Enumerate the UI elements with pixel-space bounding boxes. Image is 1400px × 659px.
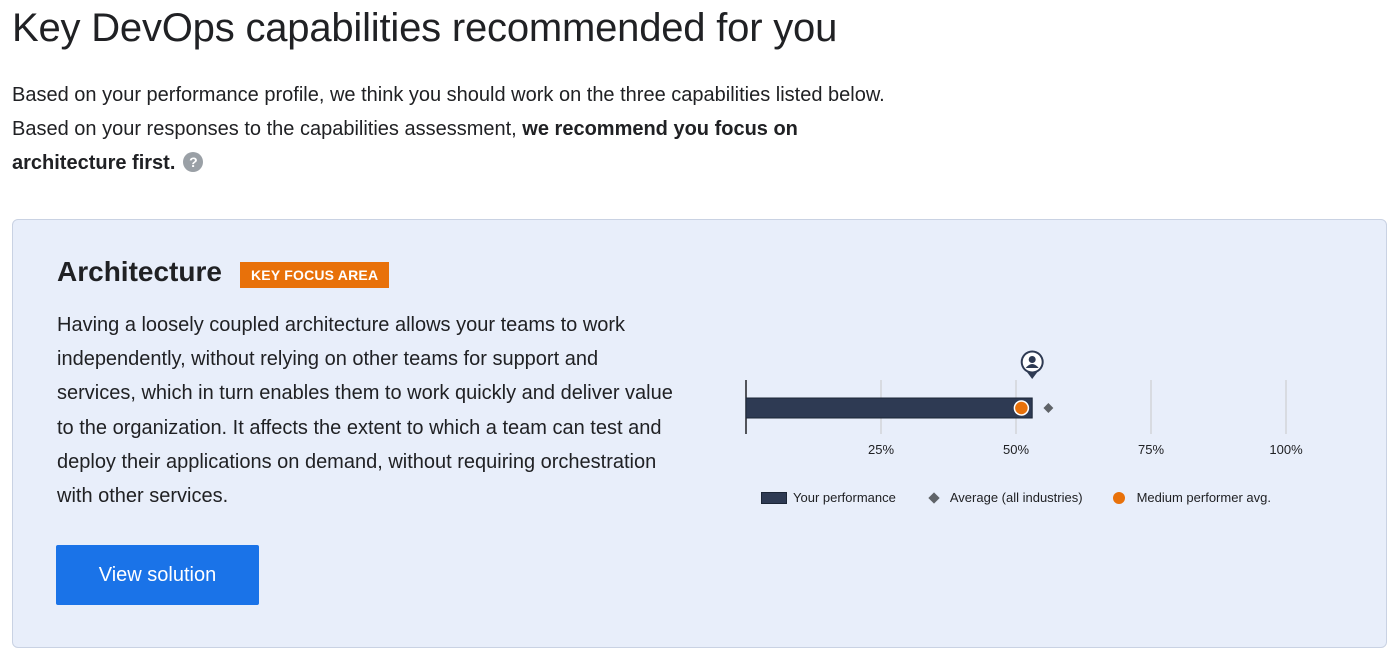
intro-text: Based on your performance profile, we th…: [12, 78, 952, 180]
x-tick-label: 50%: [1003, 442, 1029, 457]
x-tick-label: 25%: [868, 442, 894, 457]
intro-line-2-prefix: Based on your responses to the capabilit…: [12, 118, 523, 140]
your-performance-bar: [745, 397, 1033, 419]
help-icon[interactable]: ?: [183, 152, 204, 172]
legend-bar-swatch: [761, 491, 787, 504]
capability-card: Architecture KEY FOCUS AREA Having a loo…: [12, 219, 1387, 648]
person-pin-icon: [1020, 350, 1044, 379]
chart-legend: Your performance Average (all industries…: [761, 490, 1301, 505]
intro-line-1: Based on your performance profile, we th…: [12, 84, 885, 106]
legend-your-performance: Your performance: [761, 490, 896, 505]
legend-average: Average (all industries): [926, 490, 1083, 505]
page-title: Key DevOps capabilities recommended for …: [12, 6, 838, 50]
x-tick-label: 100%: [1269, 442, 1303, 457]
capability-title: Architecture: [57, 256, 222, 287]
legend-medium-label: Medium performer avg.: [1136, 490, 1271, 505]
capability-description: Having a loosely coupled architecture al…: [57, 314, 673, 508]
medium-performer-marker: [1013, 400, 1030, 416]
legend-dot-swatch: [1112, 491, 1125, 504]
legend-your-performance-label: Your performance: [793, 490, 896, 505]
performance-chart: 25% 50% 75% 100%: [745, 350, 1303, 457]
average-marker: [1043, 403, 1054, 413]
key-focus-badge: KEY FOCUS AREA: [240, 262, 390, 288]
view-solution-button[interactable]: View solution: [56, 545, 259, 605]
legend-diamond-swatch: [928, 491, 940, 504]
x-tick-label: 75%: [1138, 442, 1164, 457]
legend-medium: Medium performer avg.: [1112, 490, 1271, 505]
intro-line-2: Based on your responses to the capabilit…: [12, 112, 952, 146]
intro-recommendation-bold-2: architecture first.: [12, 152, 176, 174]
intro-recommendation-bold: we recommend you focus on: [522, 118, 798, 140]
intro-line-3: architecture first.?: [12, 146, 952, 180]
legend-average-label: Average (all industries): [949, 490, 1083, 505]
